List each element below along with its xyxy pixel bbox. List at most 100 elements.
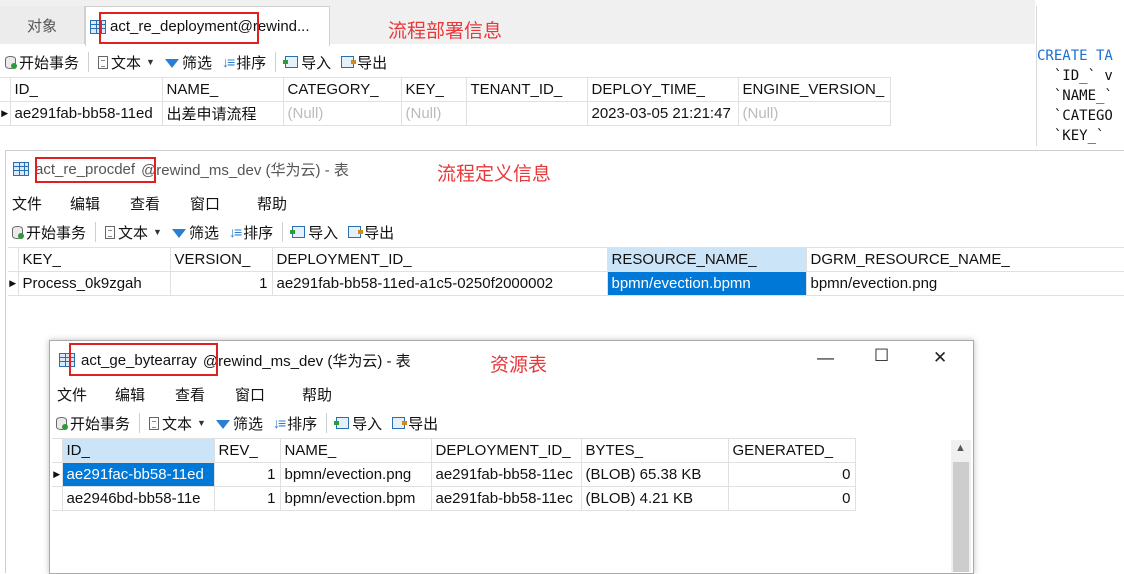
filter-button[interactable]: 筛选 — [211, 410, 268, 436]
begin-transaction-button[interactable]: 开始事务 — [51, 410, 135, 436]
tab-act-re-deployment[interactable]: act_re_deployment @rewind... — [85, 6, 330, 46]
cell-name[interactable]: 出差申请流程 — [161, 101, 284, 126]
export-icon — [348, 226, 364, 238]
text-button[interactable]: 文本 ▼ — [100, 219, 167, 245]
column-header[interactable]: DEPLOY_TIME_ — [586, 77, 739, 102]
filter-icon — [215, 419, 230, 429]
export-button[interactable]: 导出 — [336, 49, 392, 75]
column-header[interactable]: VERSION_ — [169, 247, 273, 272]
cell-key[interactable]: Process_0k9zgah — [17, 271, 171, 296]
cell-generated[interactable]: 0 — [727, 462, 856, 487]
maximize-button[interactable]: ☐ — [874, 346, 889, 366]
toolbar-separator — [326, 413, 328, 433]
column-header[interactable]: DGRM_RESOURCE_NAME_ — [805, 247, 1124, 272]
row-marker[interactable] — [52, 486, 63, 511]
cell-bytes[interactable]: (BLOB) 65.38 KB — [580, 462, 729, 487]
cell-key[interactable]: (Null) — [400, 101, 467, 126]
text-button[interactable]: 文本 ▼ — [93, 49, 160, 75]
column-header[interactable]: REV_ — [213, 438, 281, 463]
sort-label: 排序 — [236, 54, 267, 72]
tab-objects[interactable]: 对象 — [0, 6, 85, 44]
menu-window[interactable]: 窗口 — [190, 193, 257, 214]
menu-help[interactable]: 帮助 — [257, 193, 307, 214]
cell-category[interactable]: (Null) — [282, 101, 402, 126]
cell-tenant-id[interactable] — [465, 101, 588, 126]
cell-id[interactable]: ae291fab-bb58-11ed — [9, 101, 163, 126]
column-header[interactable]: TENANT_ID_ — [465, 77, 588, 102]
column-header[interactable]: RESOURCE_NAME_ — [606, 247, 807, 272]
column-header[interactable]: BYTES_ — [580, 438, 729, 463]
cell-name[interactable]: bpmn/evection.png — [279, 462, 432, 487]
menu-help[interactable]: 帮助 — [302, 384, 352, 405]
begin-transaction-label: 开始事务 — [19, 54, 80, 72]
table-row[interactable]: ▶ ae291fac-bb58-11ed 1 bpmn/evection.png… — [52, 462, 856, 487]
cell-resource-name[interactable]: bpmn/evection.bpmn — [606, 271, 807, 296]
database-icon — [12, 225, 24, 239]
caret-down-icon: ▼ — [153, 227, 162, 237]
close-button[interactable]: ✕ — [933, 348, 947, 368]
export-button[interactable]: 导出 — [343, 219, 399, 245]
sort-label: 排序 — [287, 415, 318, 433]
table-row[interactable]: ae2946bd-bb58-11e 1 bpmn/evection.bpm ae… — [52, 486, 856, 511]
row-pointer-icon[interactable]: ▶ — [52, 462, 63, 487]
column-header[interactable]: ENGINE_VERSION_ — [737, 77, 891, 102]
cell-rev[interactable]: 1 — [213, 486, 281, 511]
import-button[interactable]: 导入 — [287, 219, 343, 245]
cell-engine-version[interactable]: (Null) — [737, 101, 891, 126]
cell-generated[interactable]: 0 — [727, 486, 856, 511]
cell-deployment-id[interactable]: ae291fab-bb58-11ec — [430, 486, 582, 511]
sort-button[interactable]: ↓≡ 排序 — [217, 49, 271, 75]
menu-view[interactable]: 查看 — [175, 384, 235, 405]
begin-transaction-label: 开始事务 — [26, 224, 87, 242]
sort-icon: ↓≡ — [221, 54, 235, 70]
deployment-toolbar: 开始事务 文本 ▼ 筛选 ↓≡ 排序 导入 导出 — [0, 47, 392, 77]
bytearray-toolbar: 开始事务 文本 ▼ 筛选 ↓≡ 排序 导入 导出 — [51, 408, 443, 438]
menu-file[interactable]: 文件 — [57, 384, 115, 405]
menu-edit[interactable]: 编辑 — [70, 193, 130, 214]
cell-deploy-time[interactable]: 2023-03-05 21:21:47 — [586, 101, 739, 126]
column-header[interactable]: NAME_ — [161, 77, 284, 102]
filter-label: 筛选 — [188, 224, 219, 242]
table-row[interactable]: ▶ ae291fab-bb58-11ed 出差申请流程 (Null) (Null… — [0, 101, 891, 126]
cell-dgrm-resource-name[interactable]: bpmn/evection.png — [805, 271, 1124, 296]
export-button[interactable]: 导出 — [387, 410, 443, 436]
sort-button[interactable]: ↓≡ 排序 — [224, 219, 278, 245]
cell-name[interactable]: bpmn/evection.bpm — [279, 486, 432, 511]
cell-bytes[interactable]: (BLOB) 4.21 KB — [580, 486, 729, 511]
menu-edit[interactable]: 编辑 — [115, 384, 175, 405]
procdef-grid: KEY_ VERSION_ DEPLOYMENT_ID_ RESOURCE_NA… — [8, 247, 1124, 296]
column-header[interactable]: DEPLOYMENT_ID_ — [271, 247, 608, 272]
row-pointer-icon[interactable]: ▶ — [8, 271, 19, 296]
minimize-button[interactable]: — — [817, 348, 834, 368]
table-row[interactable]: ▶ Process_0k9zgah 1 ae291fab-bb58-11ed-a… — [8, 271, 1124, 296]
cell-id[interactable]: ae2946bd-bb58-11e — [61, 486, 215, 511]
column-header[interactable]: GENERATED_ — [727, 438, 856, 463]
column-header[interactable]: KEY_ — [400, 77, 467, 102]
menu-file[interactable]: 文件 — [12, 193, 70, 214]
import-button[interactable]: 导入 — [331, 410, 387, 436]
column-header[interactable]: ID_ — [61, 438, 215, 463]
column-header[interactable]: NAME_ — [279, 438, 432, 463]
filter-button[interactable]: 筛选 — [160, 49, 217, 75]
cell-rev[interactable]: 1 — [213, 462, 281, 487]
column-header[interactable]: KEY_ — [17, 247, 171, 272]
column-header[interactable]: CATEGORY_ — [282, 77, 402, 102]
cell-deployment-id[interactable]: ae291fab-bb58-11ec — [430, 462, 582, 487]
cell-id[interactable]: ae291fac-bb58-11ed — [61, 462, 215, 487]
menu-view[interactable]: 查看 — [130, 193, 190, 214]
row-pointer-icon[interactable]: ▶ — [0, 101, 11, 126]
sort-button[interactable]: ↓≡ 排序 — [268, 410, 322, 436]
scroll-up-icon[interactable]: ▲ — [955, 442, 966, 454]
column-header[interactable]: ID_ — [9, 77, 163, 102]
begin-transaction-button[interactable]: 开始事务 — [0, 49, 84, 75]
begin-transaction-button[interactable]: 开始事务 — [7, 219, 91, 245]
menu-window[interactable]: 窗口 — [235, 384, 302, 405]
import-button[interactable]: 导入 — [280, 49, 336, 75]
scrollbar-thumb[interactable] — [953, 462, 969, 572]
cell-deployment-id[interactable]: ae291fab-bb58-11ed-a1c5-0250f2000002 — [271, 271, 608, 296]
cell-version[interactable]: 1 — [169, 271, 273, 296]
table-header-row: KEY_ VERSION_ DEPLOYMENT_ID_ RESOURCE_NA… — [8, 247, 1124, 272]
column-header[interactable]: DEPLOYMENT_ID_ — [430, 438, 582, 463]
filter-button[interactable]: 筛选 — [167, 219, 224, 245]
text-button[interactable]: 文本 ▼ — [144, 410, 211, 436]
